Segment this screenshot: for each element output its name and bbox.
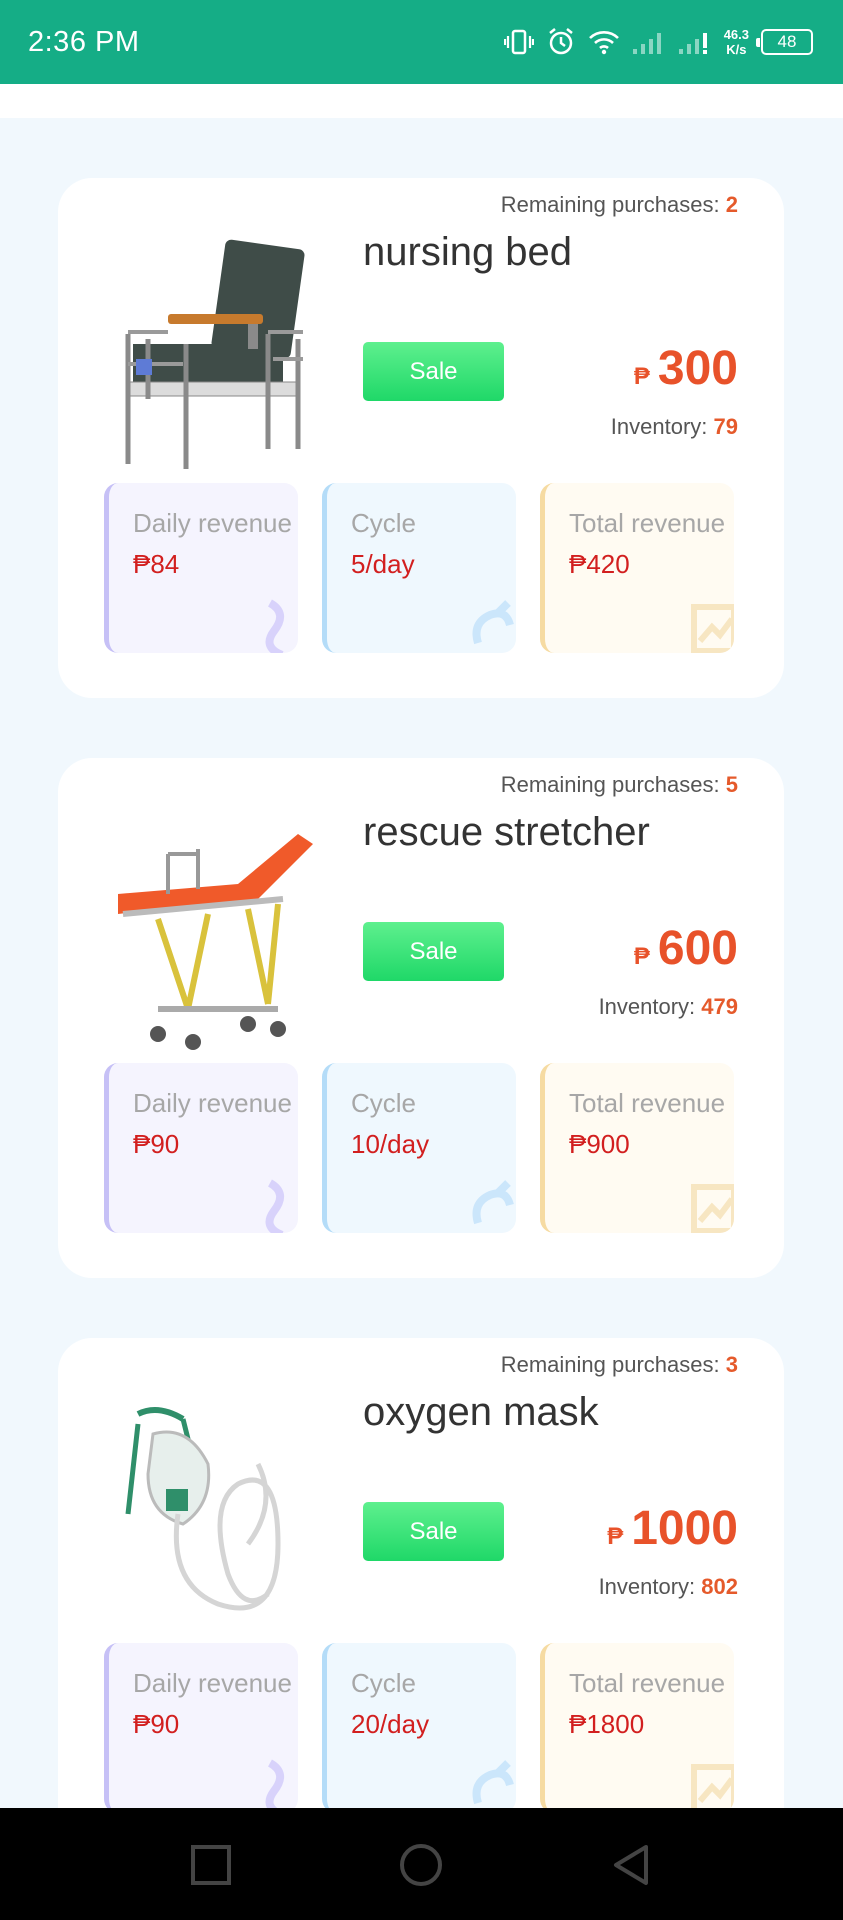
status-icons: 46.3 K/s 48 xyxy=(503,24,813,60)
product-card: Remaining purchases: 3 oxygen mask Sale … xyxy=(58,1338,784,1858)
chart-decor-icon xyxy=(691,1184,734,1233)
inventory: Inventory: 802 xyxy=(598,1574,738,1599)
inventory: Inventory: 79 xyxy=(610,414,738,439)
price: ₱ 300 xyxy=(633,342,738,395)
daily-revenue-value: ₱90 xyxy=(133,1129,180,1159)
daily-revenue-label: Daily revenue xyxy=(133,1088,292,1118)
remaining-purchases: Remaining purchases: 2 xyxy=(500,192,738,217)
revenue-stats: Daily revenue ₱84 Cycle 5/day Total reve… xyxy=(104,483,738,653)
product-card: Remaining purchases: 2 nursing bed Sale … xyxy=(58,178,784,698)
status-time: 2:36 PM xyxy=(28,26,140,58)
sale-button[interactable]: Sale xyxy=(363,1502,504,1561)
revenue-stats: Daily revenue ₱90 Cycle 10/day Total rev… xyxy=(104,1063,738,1233)
inventory: Inventory: 479 xyxy=(598,994,738,1019)
total-revenue-label: Total revenue xyxy=(569,1668,726,1698)
recent-apps-icon[interactable] xyxy=(188,1842,234,1888)
cycle-label: Cycle xyxy=(351,1668,417,1698)
header-strip xyxy=(0,84,843,118)
daily-revenue-value: ₱84 xyxy=(133,549,180,579)
daily-revenue-box: Daily revenue ₱90 xyxy=(104,1063,298,1233)
chart-decor-icon xyxy=(691,1764,734,1813)
total-revenue-box: Total revenue ₱420 xyxy=(540,483,734,653)
network-speed: 46.3 K/s xyxy=(723,27,749,57)
total-revenue-value: ₱1800 xyxy=(569,1709,645,1739)
coin-decor-icon xyxy=(265,599,284,653)
vibrate-icon xyxy=(503,28,534,56)
signal-icon-2 xyxy=(678,29,712,55)
total-revenue-label: Total revenue xyxy=(569,1088,726,1118)
daily-revenue-value: ₱90 xyxy=(133,1709,180,1739)
product-name: nursing bed xyxy=(363,230,573,274)
rescue-stretcher-image xyxy=(98,814,328,1054)
cycle-decor-icon xyxy=(472,1180,514,1225)
revenue-stats: Daily revenue ₱90 Cycle 20/day Total rev… xyxy=(104,1643,738,1813)
cycle-value: 10/day xyxy=(351,1129,430,1159)
daily-revenue-label: Daily revenue xyxy=(133,508,292,538)
coin-decor-icon xyxy=(265,1179,284,1233)
coin-decor-icon xyxy=(265,1759,284,1813)
sale-button[interactable]: Sale xyxy=(363,922,504,981)
back-icon[interactable] xyxy=(608,1842,654,1888)
chart-decor-icon xyxy=(691,604,734,653)
daily-revenue-box: Daily revenue ₱84 xyxy=(104,483,298,653)
remaining-purchases: Remaining purchases: 5 xyxy=(500,772,738,797)
daily-revenue-box: Daily revenue ₱90 xyxy=(104,1643,298,1813)
signal-icon xyxy=(632,29,666,55)
total-revenue-label: Total revenue xyxy=(569,508,726,538)
total-revenue-box: Total revenue ₱1800 xyxy=(540,1643,734,1813)
price: ₱ 600 xyxy=(633,922,738,975)
product-card: Remaining purchases: 5 rescue stretcher … xyxy=(58,758,784,1278)
total-revenue-value: ₱900 xyxy=(569,1129,630,1159)
cycle-decor-icon xyxy=(472,600,514,645)
navigation-bar xyxy=(0,1808,843,1920)
price: ₱ 1000 xyxy=(607,1502,738,1555)
remaining-purchases: Remaining purchases: 3 xyxy=(500,1352,738,1377)
sale-button[interactable]: Sale xyxy=(363,342,504,401)
total-revenue-box: Total revenue ₱900 xyxy=(540,1063,734,1233)
cycle-decor-icon xyxy=(472,1760,514,1805)
cycle-box: Cycle 20/day xyxy=(322,1643,516,1813)
cycle-value: 5/day xyxy=(351,549,415,579)
battery-icon: 48 xyxy=(756,29,813,55)
cycle-box: Cycle 10/day xyxy=(322,1063,516,1233)
product-name: rescue stretcher xyxy=(363,810,650,854)
total-revenue-value: ₱420 xyxy=(569,549,630,579)
alarm-icon xyxy=(546,27,576,57)
oxygen-mask-image xyxy=(98,1394,328,1634)
status-bar: 2:36 PM 46.3 K/s 48 xyxy=(0,0,843,84)
home-icon[interactable] xyxy=(398,1842,444,1888)
cycle-box: Cycle 5/day xyxy=(322,483,516,653)
cycle-label: Cycle xyxy=(351,1088,417,1118)
wifi-icon xyxy=(588,29,620,55)
nursing-bed-image xyxy=(98,234,328,474)
cycle-value: 20/day xyxy=(351,1709,430,1739)
cycle-label: Cycle xyxy=(351,508,417,538)
daily-revenue-label: Daily revenue xyxy=(133,1668,292,1698)
product-name: oxygen mask xyxy=(363,1390,599,1434)
